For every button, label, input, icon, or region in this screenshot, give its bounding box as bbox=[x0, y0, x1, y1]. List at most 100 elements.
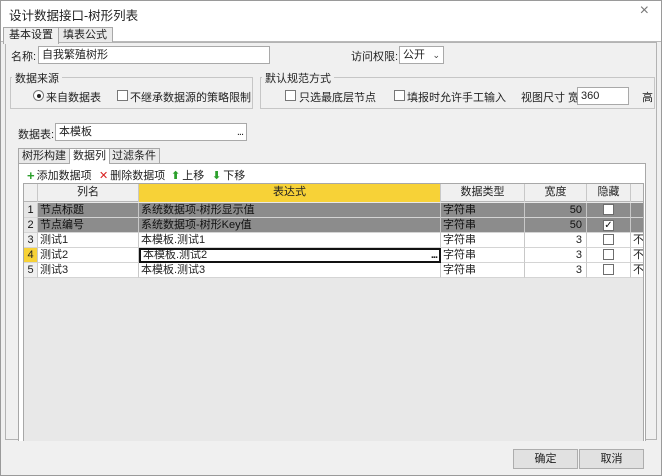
tab-data-columns[interactable]: 数据列 bbox=[69, 148, 110, 164]
header-expression[interactable]: 表达式 bbox=[139, 184, 441, 202]
row-number: 1 bbox=[24, 203, 38, 218]
hidden-checkbox[interactable] bbox=[603, 264, 614, 275]
access-select[interactable]: 公开 ⌄ bbox=[399, 46, 444, 64]
header-data-type[interactable]: 数据类型 bbox=[441, 184, 525, 202]
hidden-checkbox[interactable]: ✓ bbox=[603, 220, 614, 231]
cell-width[interactable]: 3 bbox=[525, 248, 587, 263]
table-row[interactable]: 2 节点编号 系统数据项-树形Key值 字符串 50 ✓ bbox=[24, 218, 643, 233]
hidden-checkbox[interactable] bbox=[603, 234, 614, 245]
cell-hidden[interactable] bbox=[587, 233, 631, 248]
hidden-checkbox[interactable] bbox=[603, 204, 614, 215]
row-number: 4 bbox=[24, 248, 38, 263]
cell-width[interactable]: 3 bbox=[525, 233, 587, 248]
cell-width[interactable]: 3 bbox=[525, 263, 587, 278]
title-bar: 设计数据接口-树形列表 × bbox=[1, 1, 661, 25]
datasheet-label: 数据表: bbox=[18, 129, 55, 141]
cell-extra[interactable]: 不 bbox=[631, 248, 643, 263]
window-title: 设计数据接口-树形列表 bbox=[9, 9, 139, 23]
leaf-only-checkbox[interactable] bbox=[285, 90, 296, 101]
cell-data-type[interactable]: 字符串 bbox=[441, 233, 525, 248]
cell-extra[interactable] bbox=[631, 203, 643, 218]
view-size-label: 视图尺寸 宽 bbox=[521, 92, 580, 104]
tab-filter-conditions[interactable]: 过滤条件 bbox=[108, 148, 160, 163]
grid-header: 列名 表达式 数据类型 宽度 隐藏 bbox=[24, 184, 643, 202]
cancel-button[interactable]: 取消 bbox=[579, 449, 644, 469]
close-icon[interactable]: × bbox=[640, 2, 649, 20]
footer: 确定 取消 bbox=[1, 441, 661, 475]
cell-extra[interactable] bbox=[631, 218, 643, 233]
move-down-button[interactable]: ⬇ 下移 bbox=[212, 167, 245, 183]
cell-column-name[interactable]: 节点标题 bbox=[38, 203, 139, 218]
table-row[interactable]: 4 测试2 本模板.测试2... 字符串 3 不 bbox=[24, 248, 643, 263]
ellipsis-button[interactable]: ... bbox=[237, 124, 244, 140]
cell-hidden[interactable] bbox=[587, 248, 631, 263]
cell-data-type[interactable]: 字符串 bbox=[441, 218, 525, 233]
cell-data-type[interactable]: 字符串 bbox=[441, 203, 525, 218]
main-panel: 名称: 自我繁殖树形 访问权限: 公开 ⌄ 数据来源 来自数据表 不继承数据源的… bbox=[5, 42, 657, 473]
cell-expression[interactable]: 本模板.测试2... bbox=[139, 248, 441, 263]
cell-expression[interactable]: 本模板.测试3 bbox=[139, 263, 441, 278]
cell-expression[interactable]: 系统数据项-树形Key值 bbox=[139, 218, 441, 233]
data-columns-panel: + 添加数据项 ✕ 删除数据项 ⬆ 上移 ⬇ 下移 列名 表达式 数据类型 宽度… bbox=[18, 163, 646, 473]
cell-column-name[interactable]: 测试3 bbox=[38, 263, 139, 278]
arrow-down-icon: ⬇ bbox=[212, 169, 222, 182]
cell-column-name[interactable]: 测试1 bbox=[38, 233, 139, 248]
hidden-checkbox[interactable] bbox=[603, 249, 614, 260]
cell-data-type[interactable]: 字符串 bbox=[441, 248, 525, 263]
row-number: 2 bbox=[24, 218, 38, 233]
data-source-title: 数据来源 bbox=[12, 70, 62, 86]
ellipsis-button[interactable]: ... bbox=[431, 250, 438, 261]
cell-extra[interactable]: 不 bbox=[631, 263, 643, 278]
cell-extra[interactable]: 不 bbox=[631, 233, 643, 248]
from-datatable-radio[interactable] bbox=[33, 90, 44, 101]
no-inherit-policy-checkbox[interactable] bbox=[117, 90, 128, 101]
no-inherit-policy-label: 不继承数据源的策略限制 bbox=[130, 92, 251, 104]
cell-column-name[interactable]: 节点编号 bbox=[38, 218, 139, 233]
cell-expression[interactable]: 系统数据项-树形显示值 bbox=[139, 203, 441, 218]
defaults-title: 默认规范方式 bbox=[262, 70, 334, 86]
tab-basic-settings[interactable]: 基本设置 bbox=[3, 27, 59, 44]
delete-item-button[interactable]: ✕ 删除数据项 bbox=[99, 167, 165, 183]
name-input[interactable]: 自我繁殖树形 bbox=[38, 46, 270, 64]
cell-hidden[interactable] bbox=[587, 203, 631, 218]
height-label: 高 bbox=[642, 92, 653, 104]
cell-data-type[interactable]: 字符串 bbox=[441, 263, 525, 278]
cell-expression[interactable]: 本模板.测试1 bbox=[139, 233, 441, 248]
access-value: 公开 bbox=[403, 49, 425, 61]
manual-input-label: 填报时允许手工输入 bbox=[407, 92, 506, 104]
from-datatable-label: 来自数据表 bbox=[46, 92, 101, 104]
arrow-up-icon: ⬆ bbox=[171, 169, 181, 182]
table-row[interactable]: 1 节点标题 系统数据项-树形显示值 字符串 50 bbox=[24, 203, 643, 218]
add-icon: + bbox=[27, 167, 35, 183]
tab-tree-build[interactable]: 树形构建 bbox=[18, 148, 70, 163]
header-column-name[interactable]: 列名 bbox=[38, 184, 139, 202]
columns-grid: 列名 表达式 数据类型 宽度 隐藏 1 节点标题 系统数据项-树形显示值 字符串 50 2… bbox=[23, 183, 644, 471]
dialog: 设计数据接口-树形列表 × 基本设置 填表公式 名称: 自我繁殖树形 访问权限:… bbox=[0, 0, 662, 476]
cell-column-name[interactable]: 测试2 bbox=[38, 248, 139, 263]
move-down-label: 下移 bbox=[223, 170, 246, 182]
leaf-only-label: 只选最底层节点 bbox=[299, 92, 376, 104]
main-tab-strip: 基本设置 填表公式 bbox=[1, 25, 661, 44]
header-extra[interactable] bbox=[631, 184, 643, 202]
cell-width[interactable]: 50 bbox=[525, 203, 587, 218]
manual-input-checkbox[interactable] bbox=[394, 90, 405, 101]
table-row[interactable]: 5 测试3 本模板.测试3 字符串 3 不 bbox=[24, 263, 643, 278]
table-row[interactable]: 3 测试1 本模板.测试1 字符串 3 不 bbox=[24, 233, 643, 248]
delete-item-label: 删除数据项 bbox=[110, 170, 166, 182]
datasheet-input[interactable]: 本模板 ... bbox=[55, 123, 247, 141]
name-label: 名称: bbox=[11, 51, 37, 63]
add-item-label: 添加数据项 bbox=[36, 170, 92, 182]
cell-hidden[interactable]: ✓ bbox=[587, 218, 631, 233]
add-item-button[interactable]: + 添加数据项 bbox=[27, 167, 92, 183]
view-width-input[interactable]: 360 bbox=[577, 87, 629, 105]
row-number: 3 bbox=[24, 233, 38, 248]
cell-hidden[interactable] bbox=[587, 263, 631, 278]
header-width[interactable]: 宽度 bbox=[525, 184, 587, 202]
tab-fill-formula[interactable]: 填表公式 bbox=[57, 27, 113, 43]
expression-edit-text: 本模板.测试2 bbox=[143, 249, 208, 261]
cell-width[interactable]: 50 bbox=[525, 218, 587, 233]
ok-button[interactable]: 确定 bbox=[513, 449, 578, 469]
access-label: 访问权限: bbox=[351, 51, 399, 63]
move-up-button[interactable]: ⬆ 上移 bbox=[171, 167, 204, 183]
header-hidden[interactable]: 隐藏 bbox=[587, 184, 631, 202]
